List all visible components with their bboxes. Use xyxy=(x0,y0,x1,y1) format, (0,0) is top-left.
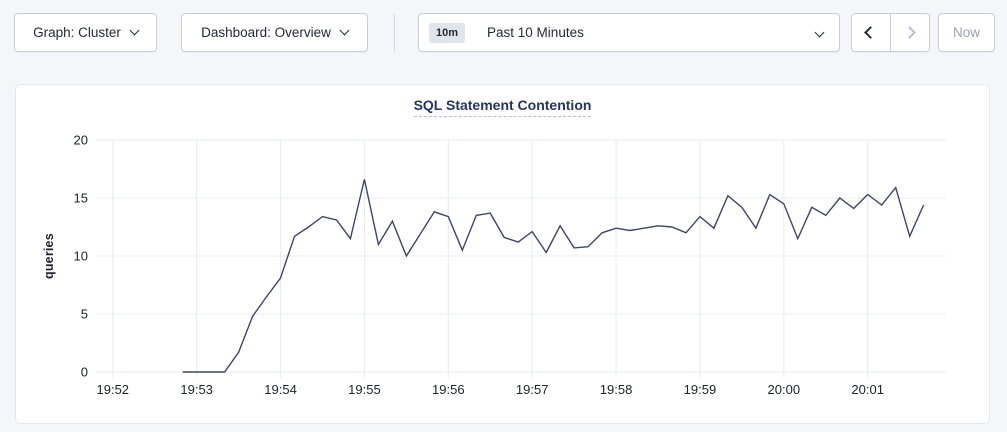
toolbar-divider xyxy=(394,14,395,52)
graph-selector-label: Graph: Cluster xyxy=(33,25,121,40)
chevron-right-icon xyxy=(903,26,916,39)
x-axis-tick-label: 19:59 xyxy=(684,382,717,397)
time-back-button[interactable] xyxy=(852,14,891,51)
x-axis-tick-label: 19:52 xyxy=(97,382,130,397)
dashboard-selector-dropdown[interactable]: Dashboard: Overview xyxy=(181,13,368,52)
chevron-down-icon xyxy=(815,28,825,38)
dashboard-selector-label: Dashboard: Overview xyxy=(201,25,331,40)
graph-selector-dropdown[interactable]: Graph: Cluster xyxy=(14,13,157,52)
x-axis-tick-label: 19:54 xyxy=(264,382,297,397)
chevron-down-icon xyxy=(129,26,139,36)
x-axis-tick-label: 20:00 xyxy=(768,382,801,397)
time-window-badge: 10m xyxy=(429,23,465,43)
y-axis-tick-label: 15 xyxy=(74,191,88,206)
x-axis-tick-label: 19:53 xyxy=(180,382,213,397)
x-axis-tick-label: 19:56 xyxy=(432,382,465,397)
x-axis-tick-label: 20:01 xyxy=(851,382,884,397)
x-axis-tick-label: 19:58 xyxy=(600,382,633,397)
time-window-dropdown[interactable]: 10m Past 10 Minutes xyxy=(418,13,840,52)
metrics-page: { "toolbar": { "graph_selector": { "labe… xyxy=(0,0,1007,432)
chart-card: SQL Statement Contention queries 0510152… xyxy=(15,84,990,424)
x-axis-tick-label: 19:55 xyxy=(348,382,381,397)
now-button-label: Now xyxy=(953,25,980,40)
chevron-down-icon xyxy=(339,26,349,36)
y-axis-tick-label: 20 xyxy=(74,133,88,148)
time-shift-button-group xyxy=(851,13,930,52)
y-axis-tick-label: 0 xyxy=(81,365,88,380)
y-axis-tick-label: 5 xyxy=(81,307,88,322)
time-forward-button xyxy=(891,14,930,51)
chevron-left-icon xyxy=(864,26,877,39)
series-line-queries xyxy=(183,179,924,372)
time-window-label: Past 10 Minutes xyxy=(487,25,584,40)
sql-contention-line-chart[interactable]: 0 5 10 15 20 19:52 19:53 19:54 19:55 19:56 19:57 19… xyxy=(16,85,989,423)
y-axis-tick-label: 10 xyxy=(74,249,88,264)
x-axis-tick-label: 19:57 xyxy=(516,382,549,397)
now-button: Now xyxy=(938,13,995,52)
